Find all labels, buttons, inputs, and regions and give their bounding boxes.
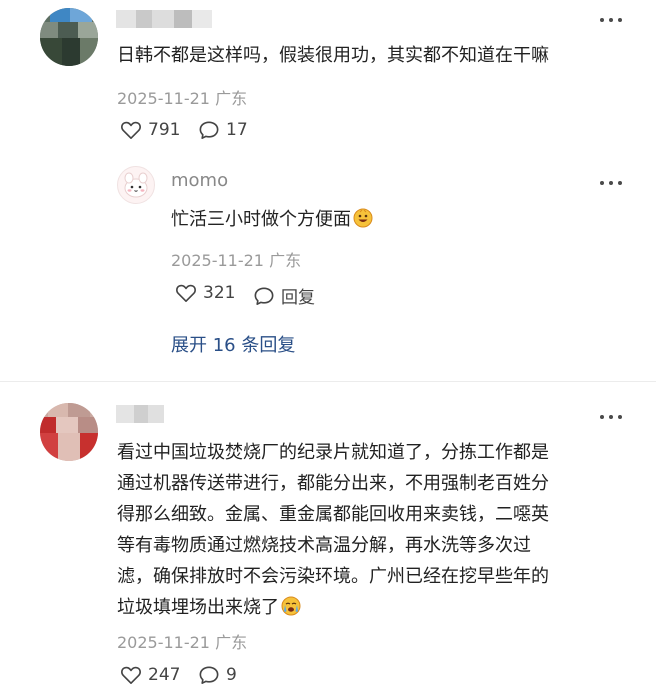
like-count: 791 [148,120,181,140]
like-button[interactable]: 321 [175,283,235,303]
crying-face-emoji [281,596,301,616]
speech-bubble-icon [199,666,219,684]
speech-bubble-icon [199,121,219,139]
heart-outline-icon [121,121,141,139]
avatar-blurred[interactable] [40,403,98,461]
reply-count: 17 [226,120,248,140]
heart-outline-icon [121,666,141,684]
more-options-icon[interactable] [600,414,622,420]
username-blurred[interactable] [116,405,164,423]
reply-label: 回复 [281,288,315,308]
cartoon-avatar-icon [124,172,148,198]
comment-text: 日韩不都是这样吗，假装很用功，其实都不知道在干嘛 [117,45,549,66]
more-options-icon[interactable] [600,180,622,186]
comment-meta: 2025-11-21 广东 [117,89,248,108]
comment-line: 通过机器传送带进行，都能分出来，不用强制老百姓分 [117,473,549,494]
comment-line: 得那么细致。金属、重金属都能回收用来卖钱，二噁英 [117,504,549,525]
comment-line: 看过中国垃圾焚烧厂的纪录片就知道了，分拣工作都是 [117,442,549,463]
username-blurred[interactable] [116,10,212,28]
more-options-icon[interactable] [600,17,622,23]
reply-button[interactable]: 回复 [253,283,315,308]
avatar-blurred[interactable] [40,8,98,66]
expand-replies-link[interactable]: 展开 16 条回复 [171,331,295,357]
like-count: 321 [203,283,236,303]
reply-meta: 2025-11-21 广东 [171,251,302,270]
comment-line: 滤，确保排放时不会污染环境。广州已经在挖早些年的 [117,566,549,587]
comment-line-last: 垃圾填埋场出来烧了 [117,592,301,623]
comment-button[interactable]: 9 [198,665,237,685]
like-button[interactable]: 791 [120,120,180,140]
reply-text: 忙活三小时做个方便面 [171,204,373,235]
comment-line: 等有毒物质通过燃烧技术高温分解，再水洗等多次过 [117,535,531,556]
heart-outline-icon [176,284,196,302]
reply-count: 9 [226,665,237,685]
like-button[interactable]: 247 [120,665,180,685]
reply-text-content: 忙活三小时做个方便面 [171,209,351,230]
divider [0,381,656,382]
comment-meta: 2025-11-21 广东 [117,633,248,652]
avatar[interactable] [117,166,155,204]
comment-button[interactable]: 17 [198,120,248,140]
speech-bubble-icon [254,286,274,305]
comment-line: 垃圾填埋场出来烧了 [117,597,279,618]
grinning-face-emoji [353,208,373,228]
username[interactable]: momo [171,170,228,191]
like-count: 247 [148,665,181,685]
